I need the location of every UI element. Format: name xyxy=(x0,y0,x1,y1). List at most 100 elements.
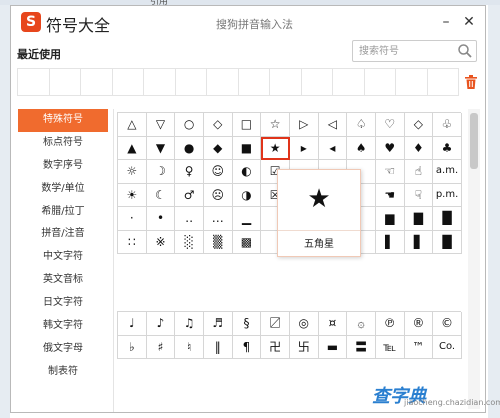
category-punctuation[interactable]: 标点符号 xyxy=(18,132,108,155)
symbol-cell[interactable]: ░ xyxy=(175,230,204,254)
symbol-cell[interactable]: ‖ xyxy=(203,335,233,359)
symbol-cell[interactable]: ♯ xyxy=(146,335,176,359)
recent-slot[interactable] xyxy=(428,69,459,95)
symbol-cell[interactable]: ▩ xyxy=(232,230,262,254)
recent-slot[interactable] xyxy=(18,69,50,95)
symbol-cell[interactable]: p.m. xyxy=(433,183,462,207)
symbol-cell[interactable]: ℡ xyxy=(375,335,405,359)
symbol-cell[interactable]: ♦ xyxy=(404,136,434,160)
category-special-symbols[interactable]: 特殊符号 xyxy=(18,109,108,132)
category-greek-latin[interactable]: 希腊/拉丁 xyxy=(18,201,108,224)
symbol-cell[interactable]: ◁ xyxy=(318,113,348,137)
symbol-cell[interactable]: § xyxy=(232,312,262,336)
symbol-cell[interactable]: • xyxy=(146,207,176,231)
symbol-cell[interactable]: ▸ xyxy=(289,136,319,160)
symbol-cell[interactable]: ◑ xyxy=(232,183,262,207)
symbol-cell[interactable]: ▋ xyxy=(404,230,434,254)
symbol-cell[interactable]: ▷ xyxy=(289,113,319,137)
symbol-cell[interactable]: … xyxy=(203,207,233,231)
symbol-cell[interactable]: ™ xyxy=(404,335,434,359)
recent-slot[interactable] xyxy=(239,69,270,95)
symbol-cell[interactable]: ♫ xyxy=(175,312,204,336)
symbol-cell[interactable]: ☆ xyxy=(261,113,290,137)
symbol-cell[interactable]: ☝ xyxy=(404,160,434,184)
category-number-sequence[interactable]: 数字序号 xyxy=(18,155,108,178)
symbol-cell[interactable]: ◆ xyxy=(203,136,233,160)
close-button[interactable]: ✕ xyxy=(459,12,479,32)
symbol-cell[interactable]: © xyxy=(433,312,462,336)
category-box-drawing[interactable]: 制表符 xyxy=(18,361,108,384)
symbol-cell[interactable]: ® xyxy=(404,312,434,336)
category-japanese-chars[interactable]: 日文字符 xyxy=(18,292,108,315)
symbol-cell[interactable]: ▌ xyxy=(375,230,405,254)
symbol-cell[interactable]: ۞ xyxy=(347,312,376,336)
symbol-cell[interactable]: ○ xyxy=(175,113,204,137)
symbol-cell[interactable]: ◇ xyxy=(203,113,233,137)
recent-slot[interactable] xyxy=(365,69,396,95)
symbol-cell[interactable]: ▽ xyxy=(146,113,176,137)
symbol-cell[interactable]: ♤ xyxy=(347,113,376,137)
symbol-cell[interactable]: ◎ xyxy=(289,312,319,336)
vertical-scrollbar[interactable] xyxy=(468,109,480,409)
symbol-cell[interactable]: ♡ xyxy=(375,113,405,137)
symbol-cell[interactable]: ● xyxy=(175,136,204,160)
symbol-cell[interactable]: ▼ xyxy=(146,136,176,160)
category-pinyin-zhuyin[interactable]: 拼音/注音 xyxy=(18,223,108,246)
symbol-cell[interactable]: ☺ xyxy=(203,160,233,184)
symbol-cell[interactable]: ☜ xyxy=(375,160,405,184)
symbol-cell[interactable]: ◇ xyxy=(404,113,434,137)
symbol-cell[interactable]: ▬ xyxy=(318,335,348,359)
symbol-cell[interactable]: ▆ xyxy=(375,207,405,231)
symbol-cell[interactable]: 卐 xyxy=(289,335,319,359)
symbol-cell[interactable]: ☀ xyxy=(118,183,147,207)
symbol-cell[interactable]: 〼 xyxy=(261,312,290,336)
recent-slot[interactable] xyxy=(144,69,176,95)
category-russian-letters[interactable]: 俄文字母 xyxy=(18,338,108,361)
symbol-cell[interactable]: ♭ xyxy=(118,335,147,359)
symbol-cell[interactable]: ☽ xyxy=(146,160,176,184)
symbol-cell[interactable]: ∷ xyxy=(118,230,147,254)
category-korean-chars[interactable]: 韩文字符 xyxy=(18,315,108,338)
symbol-cell[interactable]: Co. xyxy=(433,335,462,359)
recent-slot[interactable] xyxy=(81,69,113,95)
search-input[interactable] xyxy=(359,44,454,59)
symbol-cell[interactable]: ■ xyxy=(232,136,262,160)
symbol-cell[interactable]: ★ xyxy=(261,136,290,160)
recent-slot[interactable] xyxy=(176,69,207,95)
symbol-cell[interactable]: ℗ xyxy=(375,312,405,336)
minimize-button[interactable]: – xyxy=(436,12,456,32)
scrollbar-thumb[interactable] xyxy=(470,113,478,169)
search-box[interactable] xyxy=(352,40,477,62)
symbol-cell[interactable]: ▁ xyxy=(232,207,262,231)
symbol-cell[interactable]: ♣ xyxy=(433,136,462,160)
recent-slot[interactable] xyxy=(50,69,81,95)
recent-slot[interactable] xyxy=(207,69,239,95)
symbol-cell[interactable]: ♧ xyxy=(433,113,462,137)
category-english-phonetic[interactable]: 英文音标 xyxy=(18,269,108,292)
symbol-cell[interactable]: ¤ xyxy=(318,312,348,336)
recent-slot[interactable] xyxy=(270,69,302,95)
symbol-cell[interactable]: ¶ xyxy=(232,335,262,359)
symbol-cell[interactable]: ♥ xyxy=(375,136,405,160)
symbol-cell[interactable]: ※ xyxy=(146,230,176,254)
symbol-cell[interactable]: ▒ xyxy=(203,230,233,254)
symbol-cell[interactable]: ♪ xyxy=(146,312,176,336)
symbol-cell[interactable]: █ xyxy=(433,230,462,254)
symbol-cell[interactable]: · xyxy=(118,207,147,231)
symbol-cell[interactable]: ♀ xyxy=(175,160,204,184)
symbol-cell[interactable]: ☼ xyxy=(118,160,147,184)
symbol-cell[interactable]: ‥ xyxy=(175,207,204,231)
recent-slot[interactable] xyxy=(396,69,428,95)
recent-slot[interactable] xyxy=(113,69,144,95)
symbol-cell[interactable]: ♩ xyxy=(118,312,147,336)
symbol-cell[interactable]: △ xyxy=(118,113,147,137)
symbol-cell[interactable]: ♂ xyxy=(175,183,204,207)
symbol-cell[interactable]: ♬ xyxy=(203,312,233,336)
symbol-cell[interactable]: ☚ xyxy=(375,183,405,207)
symbol-cell[interactable]: 卍 xyxy=(261,335,290,359)
recent-slot[interactable] xyxy=(333,69,365,95)
trash-icon[interactable] xyxy=(465,74,477,89)
title-bar[interactable]: S 符号大全 搜狗拼音输入法 – ✕ xyxy=(11,6,485,40)
symbol-cell[interactable]: ◂ xyxy=(318,136,348,160)
symbol-cell[interactable]: ☾ xyxy=(146,183,176,207)
